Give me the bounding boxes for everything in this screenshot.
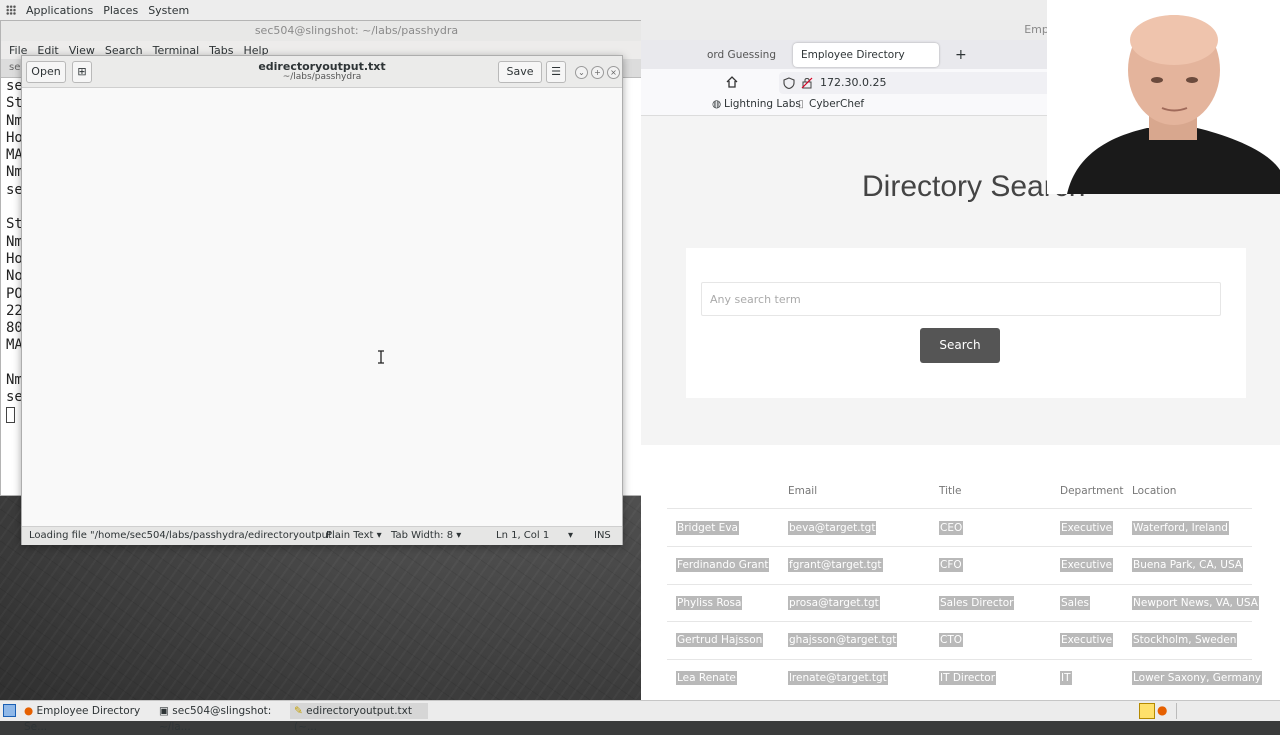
bookmark-cyberchef[interactable]: CyberChef bbox=[809, 98, 864, 110]
maximize-icon[interactable]: + bbox=[591, 66, 604, 79]
cell-name: Bridget Eva bbox=[676, 521, 739, 535]
apps-grid-icon bbox=[6, 5, 16, 15]
search-button[interactable]: Search bbox=[920, 328, 1000, 363]
page-icon: ▯ bbox=[798, 98, 804, 110]
url-bar[interactable]: 172.30.0.25 bbox=[779, 72, 1079, 94]
row-divider bbox=[667, 508, 1252, 509]
cell-department: Executive bbox=[1060, 633, 1114, 647]
cell-email: ghajsson@target.tgt bbox=[788, 633, 898, 647]
cell-title: CFO bbox=[939, 558, 963, 572]
gedit-icon: ✎ bbox=[294, 705, 303, 717]
cell-email: prosa@target.tgt bbox=[788, 596, 880, 610]
cell-name: Ferdinando Grant bbox=[676, 558, 770, 572]
row-divider bbox=[667, 584, 1252, 585]
terminal-title: sec504@slingshot: ~/labs/passhydra bbox=[254, 24, 459, 37]
menu-places[interactable]: Places bbox=[103, 4, 138, 17]
cell-title: CEO bbox=[939, 521, 964, 535]
insert-mode: INS bbox=[594, 530, 611, 541]
new-tab-icon[interactable]: + bbox=[947, 43, 975, 67]
terminal-icon: ▣ bbox=[159, 705, 169, 717]
document-path: ~/labs/passhydra bbox=[282, 72, 362, 82]
column-header-location: Location bbox=[1132, 485, 1177, 497]
cell-location: Newport News, VA, USA bbox=[1132, 596, 1259, 610]
text-editor-area[interactable] bbox=[22, 88, 622, 526]
cell-name: Phyliss Rosa bbox=[676, 596, 743, 610]
tray-firefox-icon[interactable]: ● bbox=[1157, 703, 1167, 717]
cell-department: IT bbox=[1060, 671, 1072, 685]
taskbar-item-terminal[interactable]: ▣ sec504@slingshot: ~/la... bbox=[155, 703, 290, 733]
search-input[interactable]: Any search term bbox=[701, 282, 1221, 316]
url-text: 172.30.0.25 bbox=[820, 76, 887, 89]
column-header-title: Title bbox=[939, 485, 962, 497]
cell-location: Waterford, Ireland bbox=[1132, 521, 1229, 535]
text-cursor-icon bbox=[378, 350, 384, 364]
cell-department: Executive bbox=[1060, 521, 1114, 535]
gedit-window: Open ▾ ⊞ edirectoryoutput.txt ~/labs/pas… bbox=[21, 55, 623, 545]
cursor-position[interactable]: Ln 1, Col 1 bbox=[496, 527, 549, 545]
cell-department: Sales bbox=[1060, 596, 1090, 610]
tray-divider bbox=[1176, 703, 1177, 719]
results-card bbox=[641, 445, 1280, 700]
webcam-overlay bbox=[1047, 0, 1280, 194]
globe-icon: ◍ bbox=[712, 98, 722, 110]
cell-name: Lea Renate bbox=[676, 671, 737, 685]
shield-icon[interactable] bbox=[783, 77, 795, 89]
cell-location: Buena Park, CA, USA bbox=[1132, 558, 1244, 572]
cell-department: Executive bbox=[1060, 558, 1114, 572]
menu-applications[interactable]: Applications bbox=[26, 4, 93, 17]
home-icon[interactable] bbox=[725, 75, 739, 89]
presenter-silhouette bbox=[1047, 0, 1280, 194]
status-message: Loading file "/home/sec504/labs/passhydr… bbox=[29, 530, 342, 541]
taskbar-item-gedit[interactable]: ✎ edirectoryoutput.txt (~... bbox=[290, 703, 428, 733]
row-divider bbox=[667, 659, 1252, 660]
cell-location: Stockholm, Sweden bbox=[1132, 633, 1238, 647]
cell-name: Gertrud Hajsson bbox=[676, 633, 764, 647]
close-icon[interactable]: × bbox=[607, 66, 620, 79]
firefox-icon: ● bbox=[24, 705, 34, 717]
search-card bbox=[686, 248, 1246, 398]
terminal-tab[interactable]: se bbox=[9, 62, 20, 73]
terminal-titlebar[interactable]: sec504@slingshot: ~/labs/passhydra ⌄ ˄ × bbox=[1, 21, 712, 41]
cell-email: lrenate@target.tgt bbox=[788, 671, 888, 685]
row-divider bbox=[667, 546, 1252, 547]
new-document-icon[interactable]: ⊞ bbox=[72, 61, 92, 83]
bookmark-lightning-labs[interactable]: Lightning Labs bbox=[724, 98, 801, 110]
browser-tab-password-guessing[interactable]: ord Guessing bbox=[699, 43, 784, 67]
browser-tab-employee-directory[interactable]: Employee Directory Search × bbox=[793, 43, 939, 85]
cell-email: fgrant@target.tgt bbox=[788, 558, 883, 572]
tab-width-selector[interactable]: Tab Width: 8 ▾ bbox=[391, 527, 461, 545]
hamburger-menu-icon[interactable]: ☰ bbox=[546, 61, 566, 83]
taskbar-item-firefox[interactable]: ● Employee Directory Se... bbox=[20, 703, 152, 733]
cell-title: Sales Director bbox=[939, 596, 1015, 610]
cell-email: beva@target.tgt bbox=[788, 521, 877, 535]
cell-title: IT Director bbox=[939, 671, 997, 685]
open-button[interactable]: Open ▾ bbox=[26, 61, 66, 98]
column-header-department: Department bbox=[1060, 485, 1124, 497]
show-desktop-icon[interactable] bbox=[3, 704, 16, 717]
gedit-headerbar[interactable]: Open ▾ ⊞ edirectoryoutput.txt ~/labs/pas… bbox=[22, 56, 622, 98]
row-divider bbox=[667, 621, 1252, 622]
cell-location: Lower Saxony, Germany bbox=[1132, 671, 1263, 685]
save-button[interactable]: Save bbox=[498, 61, 542, 83]
minimize-icon[interactable]: ⌄ bbox=[575, 66, 588, 79]
insecure-lock-icon[interactable] bbox=[801, 77, 813, 89]
tray-notes-icon[interactable] bbox=[1139, 703, 1155, 719]
column-header-email: Email bbox=[788, 485, 818, 497]
language-selector[interactable]: Plain Text ▾ bbox=[326, 527, 382, 545]
taskbar: ● Employee Directory Se... ▣ sec504@slin… bbox=[0, 700, 1280, 733]
menu-system[interactable]: System bbox=[148, 4, 189, 17]
gedit-statusbar: Loading file "/home/sec504/labs/passhydr… bbox=[22, 526, 622, 545]
cell-title: CTO bbox=[939, 633, 964, 647]
chevron-down-icon[interactable]: ▾ bbox=[568, 527, 573, 545]
